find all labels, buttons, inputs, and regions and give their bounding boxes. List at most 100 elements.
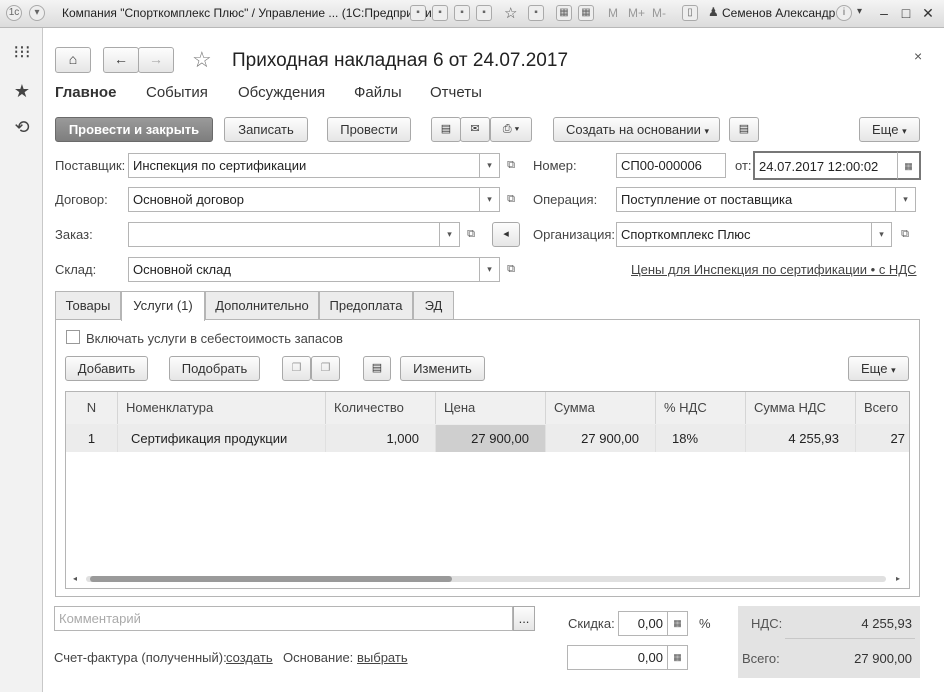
- col-nomenclature[interactable]: Номенклатура: [118, 392, 326, 424]
- col-n[interactable]: N: [66, 392, 118, 424]
- memory-plus-button[interactable]: M+: [628, 6, 645, 20]
- col-vat-sum[interactable]: Сумма НДС: [746, 392, 856, 424]
- forward-button[interactable]: →: [138, 47, 174, 73]
- cell-sum[interactable]: 27 900,00: [546, 425, 656, 452]
- nav-discussions[interactable]: Обсуждения: [238, 84, 325, 101]
- menu-grid-icon[interactable]: ⁝⁝⁝: [12, 42, 32, 62]
- warehouse-open-icon[interactable]: ⧉: [500, 257, 522, 282]
- warehouse-dropdown-icon[interactable]: ▾: [480, 257, 500, 282]
- memory-m-button[interactable]: M: [608, 6, 618, 20]
- maximize-icon[interactable]: □: [896, 3, 916, 23]
- history-icon[interactable]: ▪: [528, 5, 544, 21]
- order-open-icon[interactable]: ⧉: [460, 222, 482, 247]
- tab-prepayment[interactable]: Предоплата: [319, 291, 413, 320]
- print-icon[interactable]: ▪: [432, 5, 448, 21]
- nav-events[interactable]: События: [146, 84, 208, 101]
- organization-field[interactable]: Спорткомплекс Плюс: [616, 222, 872, 247]
- cell-vat-rate[interactable]: 18%: [656, 425, 746, 452]
- order-field[interactable]: [128, 222, 440, 247]
- invoice-create-link[interactable]: создать: [226, 650, 273, 665]
- col-quantity[interactable]: Количество: [326, 392, 436, 424]
- include-cost-checkbox[interactable]: [66, 330, 80, 344]
- favorite-star-icon[interactable]: ☆: [192, 47, 212, 73]
- organization-open-icon[interactable]: ⧉: [894, 222, 916, 247]
- discount-calc-icon[interactable]: ▦: [668, 611, 688, 636]
- date-calendar-icon[interactable]: ▦: [897, 151, 921, 180]
- calendar-icon[interactable]: ▦: [578, 5, 594, 21]
- favorites-icon[interactable]: ★: [12, 81, 32, 101]
- operation-dropdown-icon[interactable]: ▾: [896, 187, 916, 212]
- discount-percent-field[interactable]: 0,00: [618, 611, 668, 636]
- col-total[interactable]: Всего: [856, 392, 909, 424]
- supplier-field[interactable]: Инспекция по сертификации: [128, 153, 480, 178]
- user-name[interactable]: Семенов Александр: [722, 6, 835, 20]
- save-icon[interactable]: ▪: [410, 5, 426, 21]
- back-button[interactable]: ←: [103, 47, 139, 73]
- contract-field[interactable]: Основной договор: [128, 187, 480, 212]
- comment-open-button[interactable]: ...: [513, 606, 535, 631]
- scroll-left-icon[interactable]: ◂: [73, 574, 77, 583]
- col-vat-rate[interactable]: % НДС: [656, 392, 746, 424]
- contract-open-icon[interactable]: ⧉: [500, 187, 522, 212]
- info-dropdown-icon[interactable]: ▾: [857, 6, 862, 17]
- close-window-icon[interactable]: ✕: [918, 3, 938, 23]
- tab-goods[interactable]: Товары: [55, 291, 121, 320]
- print-preview-icon[interactable]: ▪: [454, 5, 470, 21]
- comment-input[interactable]: Комментарий: [54, 606, 513, 631]
- services-more-button[interactable]: Еще ▾: [848, 356, 909, 381]
- paste-icon[interactable]: ❐: [311, 356, 340, 381]
- change-button[interactable]: Изменить: [400, 356, 485, 381]
- history-icon[interactable]: ⟲: [12, 117, 32, 137]
- col-price[interactable]: Цена: [436, 392, 546, 424]
- cell-price[interactable]: 27 900,00: [436, 425, 546, 452]
- horizontal-scrollbar-thumb[interactable]: [90, 576, 452, 582]
- app-logo-icon[interactable]: 1c: [6, 5, 22, 21]
- more-button[interactable]: Еще ▾: [859, 117, 920, 142]
- favorites-star-icon[interactable]: ☆: [504, 4, 517, 22]
- add-button[interactable]: Добавить: [65, 356, 148, 381]
- contract-dropdown-icon[interactable]: ▾: [480, 187, 500, 212]
- minimize-icon[interactable]: –: [874, 3, 894, 23]
- home-button[interactable]: ⌂: [55, 47, 91, 73]
- warehouse-field[interactable]: Основной склад: [128, 257, 480, 282]
- nav-files[interactable]: Файлы: [354, 84, 402, 101]
- copy-icon[interactable]: ❐: [282, 356, 311, 381]
- search-doc-icon[interactable]: ▪: [476, 5, 492, 21]
- create-based-on-button[interactable]: Создать на основании ▾: [553, 117, 720, 142]
- post-and-close-button[interactable]: Провести и закрыть: [55, 117, 213, 142]
- supplier-dropdown-icon[interactable]: ▾: [480, 153, 500, 178]
- col-sum[interactable]: Сумма: [546, 392, 656, 424]
- cell-quantity[interactable]: 1,000: [326, 425, 436, 452]
- print-menu-button[interactable]: ⎙ ▾: [490, 117, 532, 142]
- basis-select-link[interactable]: выбрать: [357, 650, 408, 665]
- cell-total[interactable]: 27: [856, 425, 909, 452]
- operation-field[interactable]: Поступление от поставщика: [616, 187, 896, 212]
- close-form-icon[interactable]: ×: [914, 48, 922, 64]
- pick-button[interactable]: Подобрать: [169, 356, 260, 381]
- nav-reports[interactable]: Отчеты: [430, 84, 482, 101]
- post-button[interactable]: Провести: [327, 117, 411, 142]
- date-field[interactable]: 24.07.2017 12:00:02: [753, 151, 899, 180]
- tab-additional[interactable]: Дополнительно: [205, 291, 319, 320]
- discount-sum-field[interactable]: 0,00: [567, 645, 668, 670]
- main-menu-icon[interactable]: ▾: [29, 5, 45, 21]
- organization-dropdown-icon[interactable]: ▾: [872, 222, 892, 247]
- tab-services[interactable]: Услуги (1): [121, 291, 205, 321]
- save-button[interactable]: Записать: [224, 117, 308, 142]
- order-dropdown-icon[interactable]: ▾: [440, 222, 460, 247]
- scroll-right-icon[interactable]: ▸: [896, 574, 900, 583]
- info-icon[interactable]: i: [836, 5, 852, 21]
- email-icon[interactable]: ✉: [460, 117, 490, 142]
- number-field[interactable]: СП00-000006: [616, 153, 726, 178]
- memory-minus-button[interactable]: M-: [652, 6, 666, 20]
- prices-link[interactable]: Цены для Инспекция по сертификации • с Н…: [631, 262, 917, 277]
- supplier-open-icon[interactable]: ⧉: [500, 153, 522, 178]
- table-settings-icon[interactable]: ▤: [363, 356, 391, 381]
- tab-ed[interactable]: ЭД: [413, 291, 454, 320]
- discount-sum-calc-icon[interactable]: ▦: [668, 645, 688, 670]
- calculator-icon[interactable]: ▦: [556, 5, 572, 21]
- print-doc-icon[interactable]: ▤: [431, 117, 461, 142]
- cell-vat-sum[interactable]: 4 255,93: [746, 425, 856, 452]
- panel-layout-icon[interactable]: ▯: [682, 5, 698, 21]
- report-icon[interactable]: ▤: [729, 117, 759, 142]
